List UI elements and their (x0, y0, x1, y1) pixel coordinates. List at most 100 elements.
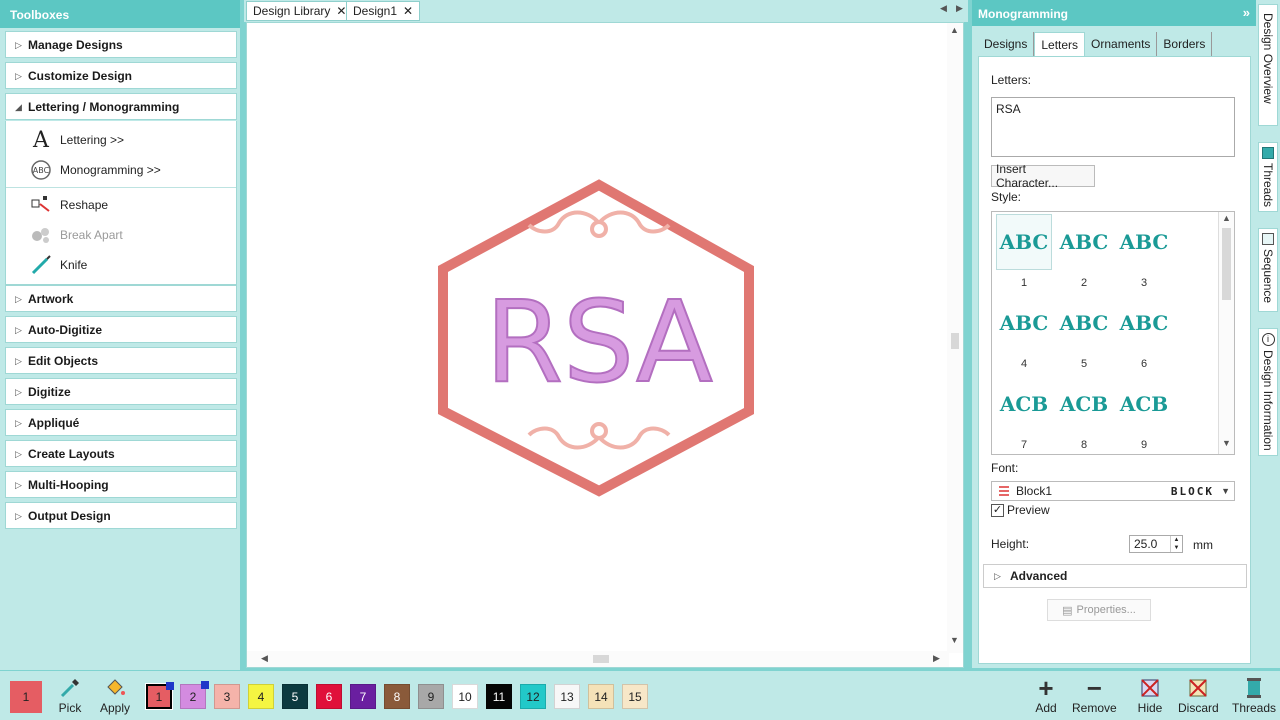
preview-checkbox-row[interactable]: ✓ Preview (991, 503, 1050, 517)
monogramming-tool[interactable]: ABC Monogramming >> (28, 158, 161, 182)
style-option-6[interactable]: ABC 6 (1116, 295, 1172, 370)
thread-swatch-14[interactable]: 14 (588, 684, 614, 709)
style-option-5[interactable]: ABC 5 (1056, 295, 1112, 370)
thread-swatch-7[interactable]: 7 (350, 684, 376, 709)
tab-design-overview[interactable]: Design Overview (1258, 4, 1278, 126)
thread-swatch-4[interactable]: 4 (248, 684, 274, 709)
tab-borders[interactable]: Borders (1157, 32, 1213, 56)
tab-label: Design Overview (1261, 13, 1275, 104)
style-option-4[interactable]: ABC 4 (996, 295, 1052, 370)
monogram-design[interactable]: RSA (437, 179, 767, 499)
section-lettering-monogramming[interactable]: ◢ Lettering / Monogramming (5, 93, 237, 120)
add-button[interactable]: + Add (1032, 673, 1060, 716)
discard-button[interactable]: Discard (1178, 675, 1219, 715)
pick-button[interactable]: Pick (56, 675, 84, 715)
thread-swatch-8[interactable]: 8 (384, 684, 410, 709)
font-preview-glyphs: BLOCK (1170, 484, 1214, 498)
style-grid-scrollbar[interactable]: ▲ ▼ (1218, 212, 1234, 454)
knife-icon (28, 253, 54, 277)
style-option-8[interactable]: ACB 8 (1056, 376, 1112, 451)
section-manage-designs[interactable]: ▷ Manage Designs (5, 31, 237, 58)
insert-character-button[interactable]: Insert Character... (991, 162, 1095, 190)
tab-designs[interactable]: Designs (978, 32, 1035, 56)
scroll-up-icon[interactable]: ▲ (1222, 213, 1231, 223)
section-create-layouts[interactable]: ▷ Create Layouts (5, 440, 237, 467)
scroll-thumb[interactable] (593, 655, 609, 663)
style-option-9[interactable]: ACB 9 (1116, 376, 1172, 451)
hide-button[interactable]: Hide (1136, 675, 1164, 715)
swatch-number: 12 (526, 689, 540, 704)
threads-button[interactable]: Threads (1232, 675, 1276, 715)
tab-scroll-right-icon[interactable]: ▶ (956, 3, 963, 14)
height-stepper[interactable]: ▲ ▼ (1170, 536, 1182, 552)
style-option-2[interactable]: ABC 2 (1056, 214, 1112, 289)
preview-checkbox[interactable]: ✓ (991, 503, 1004, 517)
tab-threads-side[interactable]: Threads (1258, 142, 1278, 212)
thread-swatch-15[interactable]: 15 (622, 684, 648, 709)
horizontal-scrollbar[interactable]: ◀ ▶ (247, 651, 949, 667)
font-select[interactable]: Block1 BLOCK ▼ (991, 481, 1235, 501)
font-value: Block1 (1016, 484, 1053, 498)
scroll-thumb[interactable] (951, 333, 959, 349)
style-option-3[interactable]: ABC 3 (1116, 214, 1172, 289)
thread-swatch-13[interactable]: 13 (554, 684, 580, 709)
thread-swatch-1[interactable]: 1 (145, 682, 174, 710)
swatch-number: 14 (594, 689, 608, 704)
section-output-design[interactable]: ▷ Output Design (5, 502, 237, 529)
scroll-down-icon[interactable]: ▼ (950, 635, 959, 645)
thread-swatch-12[interactable]: 12 (520, 684, 546, 709)
expand-arrow-icon: ▷ (15, 418, 22, 428)
thread-swatch-6[interactable]: 6 (316, 684, 342, 709)
letter-a-icon: A (33, 127, 49, 153)
thread-swatch-9[interactable]: 9 (418, 684, 444, 709)
lettering-tool[interactable]: A Lettering >> (28, 127, 124, 153)
scroll-down-icon[interactable]: ▼ (1222, 438, 1231, 448)
tab-ornaments[interactable]: Ornaments (1085, 32, 1158, 56)
advanced-section[interactable]: ▷ Advanced (983, 564, 1247, 588)
properties-button[interactable]: ▤ Properties... (1047, 599, 1151, 621)
thread-swatch-3[interactable]: 3 (214, 684, 240, 709)
thread-swatch-11[interactable]: 11 (486, 684, 512, 709)
close-icon[interactable]: ✕ (403, 4, 413, 18)
thread-swatch-2[interactable]: 2 (180, 681, 209, 709)
style-number: 4 (1020, 358, 1028, 370)
style-number: 1 (1020, 277, 1028, 289)
style-option-7[interactable]: ACB 7 (996, 376, 1052, 451)
letters-input[interactable]: RSA (991, 97, 1235, 157)
close-icon[interactable]: ✕ (336, 4, 346, 18)
reshape-tool[interactable]: Reshape (28, 193, 108, 217)
vertical-scrollbar[interactable]: ▲ ▼ (947, 23, 963, 653)
hide-label: Hide (1137, 701, 1163, 715)
tab-sequence[interactable]: Sequence (1258, 228, 1278, 312)
section-edit-objects[interactable]: ▷ Edit Objects (5, 347, 237, 374)
section-auto-digitize[interactable]: ▷ Auto-Digitize (5, 316, 237, 343)
chevron-down-icon[interactable]: ▼ (1221, 486, 1230, 496)
knife-tool[interactable]: Knife (28, 253, 87, 277)
scroll-right-icon[interactable]: ▶ (933, 653, 940, 664)
remove-button[interactable]: − Remove (1072, 673, 1117, 716)
scroll-thumb[interactable] (1222, 228, 1231, 300)
height-input[interactable]: 25.0 ▲ ▼ (1129, 535, 1183, 553)
scroll-left-icon[interactable]: ◀ (261, 653, 268, 664)
section-digitize[interactable]: ▷ Digitize (5, 378, 237, 405)
thread-swatch-5[interactable]: 5 (282, 684, 308, 709)
section-applique[interactable]: ▷ Appliqué (5, 409, 237, 436)
tab-scroll-left-icon[interactable]: ◀ (940, 3, 947, 14)
current-color-swatch[interactable]: 1 (10, 681, 42, 713)
section-artwork[interactable]: ▷ Artwork (5, 285, 237, 312)
tab-letters[interactable]: Letters (1034, 32, 1086, 56)
tab-design-library[interactable]: Design Library ✕ (246, 1, 354, 21)
reshape-label: Reshape (60, 198, 109, 212)
design-canvas[interactable]: RSA ▲ ▼ ◀ ▶ (246, 22, 964, 668)
tab-design1[interactable]: Design1 ✕ (346, 1, 421, 21)
thread-swatch-10[interactable]: 10 (452, 684, 478, 709)
panel-header: Monogramming » (972, 0, 1256, 26)
style-option-1[interactable]: ABC 1 (996, 214, 1052, 289)
section-customize-design[interactable]: ▷ Customize Design (5, 62, 237, 89)
break-apart-tool[interactable]: Break Apart (28, 223, 123, 247)
apply-button[interactable]: Apply (100, 675, 130, 715)
collapse-panel-icon[interactable]: » (1243, 5, 1250, 20)
scroll-up-icon[interactable]: ▲ (950, 25, 959, 35)
tab-design-information[interactable]: i Design Information (1258, 328, 1278, 456)
section-multi-hooping[interactable]: ▷ Multi-Hooping (5, 471, 237, 498)
